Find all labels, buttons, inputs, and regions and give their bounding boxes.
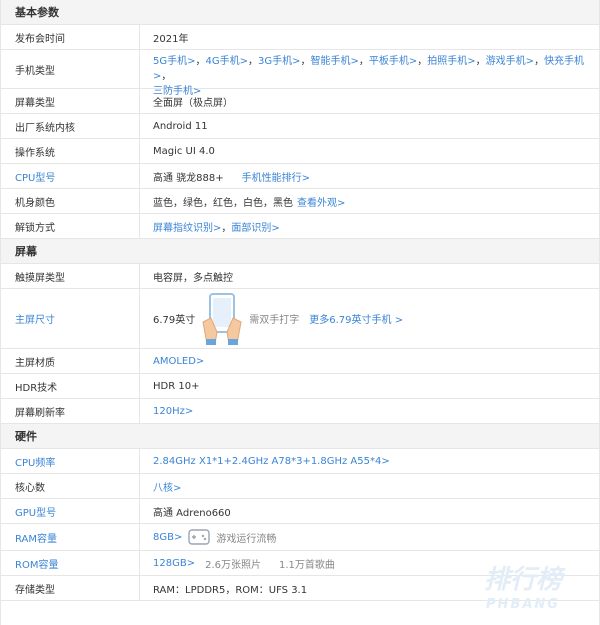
ram-label-link[interactable]: RAM容量 bbox=[1, 524, 140, 550]
row-label: 操作系统 bbox=[1, 139, 140, 163]
row-value-container: 2.84GHz X1*1+2.4GHz A78*3+1.8GHz A55*4> bbox=[140, 449, 599, 473]
link-face-recognition[interactable]: 面部识别> bbox=[231, 219, 279, 234]
view-appearance-link[interactable]: 查看外观> bbox=[297, 194, 345, 209]
link-camera-phone[interactable]: 拍照手机> bbox=[427, 56, 475, 67]
row-value: RAM：LPDDR5，ROM：UFS 3.1 bbox=[153, 584, 308, 596]
section-hardware: 硬件 bbox=[1, 424, 599, 449]
row-storage-type: 存储类型 RAM：LPDDR5，ROM：UFS 3.1 bbox=[1, 576, 599, 601]
cpu-model-label-link[interactable]: CPU型号 bbox=[1, 164, 140, 188]
row-ram: RAM容量 8GB> 游戏运行流畅 bbox=[1, 524, 599, 551]
cpu-frequency-label-link[interactable]: CPU频率 bbox=[1, 449, 140, 473]
row-cpu-model: CPU型号 高通 骁龙888+ 手机性能排行> bbox=[1, 164, 599, 189]
row-label: 核心数 bbox=[1, 474, 140, 498]
octa-core-link[interactable]: 八核> bbox=[153, 479, 181, 494]
row-value: Magic UI 4.0 bbox=[153, 145, 215, 157]
row-os: 操作系统 Magic UI 4.0 bbox=[1, 139, 599, 164]
section-basic-params: 基本参数 bbox=[1, 0, 599, 25]
cpu-model-value: 高通 骁龙888+ bbox=[153, 172, 224, 184]
row-label: 发布会时间 bbox=[1, 25, 140, 49]
row-screen-material: 主屏材质 AMOLED> bbox=[1, 349, 599, 374]
row-value-container: 屏幕指纹识别>，面部识别> bbox=[140, 214, 599, 238]
link-5g-phone[interactable]: 5G手机> bbox=[153, 56, 196, 67]
photo-capacity-hint: 2.6万张照片 bbox=[205, 559, 261, 571]
gamepad-icon bbox=[188, 528, 211, 546]
amoled-link[interactable]: AMOLED> bbox=[153, 356, 204, 367]
row-value: Android 11 bbox=[153, 120, 208, 132]
row-release-date: 发布会时间 2021年 bbox=[1, 25, 599, 50]
more-679-inch-phones-link[interactable]: 更多6.79英寸手机 > bbox=[309, 311, 403, 326]
row-value-container: 128GB> 2.6万张照片 1.1万首歌曲 bbox=[140, 551, 599, 575]
row-refresh-rate: 屏幕刷新率 120Hz> bbox=[1, 399, 599, 424]
row-value: 2021年 bbox=[153, 33, 189, 45]
row-value: HDR 10+ bbox=[153, 380, 200, 392]
row-value-container: AMOLED> bbox=[140, 349, 599, 373]
two-hand-typing-hint: 需双手打字 bbox=[249, 315, 300, 326]
link-3g-phone[interactable]: 3G手机> bbox=[258, 56, 301, 67]
row-value-container: 120Hz> bbox=[140, 399, 599, 423]
main-screen-size-label-link[interactable]: 主屏尺寸 bbox=[1, 289, 140, 348]
row-phone-type: 手机类型 5G手机>，4G手机>，3G手机>，智能手机>，平板手机>，拍照手机>… bbox=[1, 50, 599, 97]
row-label: HDR技术 bbox=[1, 374, 140, 398]
refresh-rate-link[interactable]: 120Hz> bbox=[153, 406, 193, 417]
row-value-container: 八核> bbox=[140, 474, 599, 498]
row-label: 手机类型 bbox=[1, 50, 140, 88]
smooth-gaming-hint: 游戏运行流畅 bbox=[216, 533, 277, 545]
row-label: 解锁方式 bbox=[1, 214, 140, 238]
row-cores: 核心数 八核> bbox=[1, 474, 599, 499]
song-capacity-hint: 1.1万首歌曲 bbox=[278, 559, 335, 571]
row-value-container: 高通 骁龙888+ 手机性能排行> bbox=[140, 164, 599, 188]
row-value-container: 6.79英寸 需双手打字 更多6.79英寸手机 > bbox=[140, 289, 599, 348]
row-value-container: 蓝色，绿色，红色，白色，黑色 查看外观> bbox=[140, 189, 599, 213]
row-main-screen-size: 主屏尺寸 6.79英寸 需双手打字 更多6.79英寸手机 > bbox=[1, 289, 599, 349]
row-value-container: 8GB> 游戏运行流畅 bbox=[140, 524, 599, 550]
spec-table: 基本参数 发布会时间 2021年 手机类型 5G手机>，4G手机>，3G手机>，… bbox=[0, 0, 600, 625]
two-hand-phone-icon bbox=[201, 292, 243, 346]
row-system-kernel: 出厂系统内核 Android 11 bbox=[1, 114, 599, 139]
row-hdr: HDR技术 HDR 10+ bbox=[1, 374, 599, 399]
ram-8gb-link[interactable]: 8GB> bbox=[153, 532, 182, 543]
row-label: 出厂系统内核 bbox=[1, 114, 140, 138]
row-unlock-method: 解锁方式 屏幕指纹识别>，面部识别> bbox=[1, 214, 599, 239]
row-label: 主屏材质 bbox=[1, 349, 140, 373]
rom-128gb-link[interactable]: 128GB> bbox=[153, 558, 195, 569]
screen-size-value: 6.79英寸 bbox=[153, 315, 196, 326]
row-label: 屏幕刷新率 bbox=[1, 399, 140, 423]
phone-performance-ranking-link[interactable]: 手机性能排行> bbox=[242, 169, 310, 184]
cpu-frequency-link[interactable]: 2.84GHz X1*1+2.4GHz A78*3+1.8GHz A55*4> bbox=[153, 456, 390, 467]
body-color-value: 蓝色，绿色，红色，白色，黑色 bbox=[153, 197, 293, 209]
row-value: 全面屏（极点屏） bbox=[153, 97, 233, 109]
row-touch-type: 触摸屏类型 电容屏，多点触控 bbox=[1, 264, 599, 289]
row-gpu-model: GPU型号 高通 Adreno660 bbox=[1, 499, 599, 524]
link-smart-phone[interactable]: 智能手机> bbox=[311, 56, 359, 67]
rom-label-link[interactable]: ROM容量 bbox=[1, 551, 140, 575]
link-gaming-phone[interactable]: 游戏手机> bbox=[486, 56, 534, 67]
row-label: 存储类型 bbox=[1, 576, 140, 600]
row-value: 高通 Adreno660 bbox=[153, 507, 231, 519]
phone-type-links: 5G手机>，4G手机>，3G手机>，智能手机>，平板手机>，拍照手机>，游戏手机… bbox=[153, 56, 585, 97]
row-label: 触摸屏类型 bbox=[1, 264, 140, 288]
link-tablet-phone[interactable]: 平板手机> bbox=[369, 56, 417, 67]
row-label: 屏幕类型 bbox=[1, 89, 140, 113]
row-rom: ROM容量 128GB> 2.6万张照片 1.1万首歌曲 bbox=[1, 551, 599, 576]
gpu-model-label-link[interactable]: GPU型号 bbox=[1, 499, 140, 523]
row-body-color: 机身颜色 蓝色，绿色，红色，白色，黑色 查看外观> bbox=[1, 189, 599, 214]
link-screen-fingerprint[interactable]: 屏幕指纹识别> bbox=[153, 219, 221, 234]
row-screen-type: 屏幕类型 全面屏（极点屏） bbox=[1, 89, 599, 114]
row-label: 机身颜色 bbox=[1, 189, 140, 213]
row-cpu-frequency: CPU频率 2.84GHz X1*1+2.4GHz A78*3+1.8GHz A… bbox=[1, 449, 599, 474]
section-screen: 屏幕 bbox=[1, 239, 599, 264]
row-value: 电容屏，多点触控 bbox=[153, 272, 233, 284]
link-4g-phone[interactable]: 4G手机> bbox=[206, 56, 249, 67]
